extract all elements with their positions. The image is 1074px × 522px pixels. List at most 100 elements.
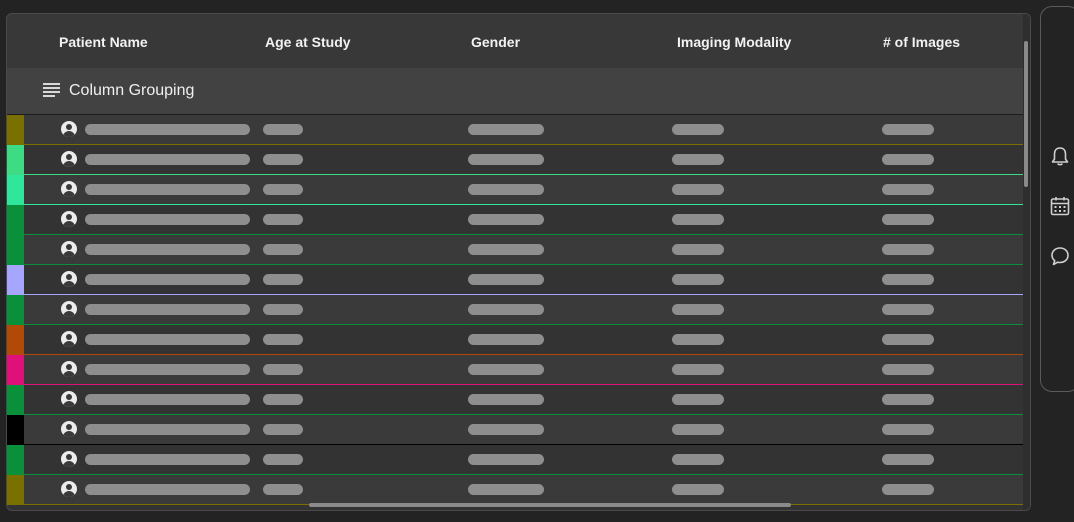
gender-placeholder [468, 394, 544, 405]
column-header-patient-name[interactable]: Patient Name [59, 14, 148, 68]
patient-avatar-icon [61, 391, 77, 407]
row-color-indicator [7, 295, 24, 325]
table-row[interactable] [7, 475, 1023, 505]
table-row[interactable] [7, 385, 1023, 415]
table-header: Patient Name Age at Study Gender Imaging… [7, 14, 1030, 68]
gender-placeholder [468, 154, 544, 165]
table-row[interactable] [7, 355, 1023, 385]
image-count-placeholder [882, 454, 934, 465]
patient-avatar-icon [61, 301, 77, 317]
patient-name-placeholder [85, 484, 250, 495]
modality-placeholder [672, 244, 724, 255]
row-color-indicator [7, 205, 24, 235]
patient-name-placeholder [85, 154, 250, 165]
gender-placeholder [468, 454, 544, 465]
row-color-indicator [7, 355, 24, 385]
image-count-placeholder [882, 304, 934, 315]
modality-placeholder [672, 214, 724, 225]
gender-placeholder [468, 184, 544, 195]
modality-placeholder [672, 154, 724, 165]
image-count-placeholder [882, 244, 934, 255]
patient-avatar-icon [61, 151, 77, 167]
table-row[interactable] [7, 205, 1023, 235]
image-count-placeholder [882, 394, 934, 405]
patient-avatar-icon [61, 361, 77, 377]
calendar-icon[interactable] [1049, 195, 1071, 217]
gender-placeholder [468, 334, 544, 345]
patient-name-placeholder [85, 124, 250, 135]
age-placeholder [263, 364, 303, 375]
patient-name-placeholder [85, 364, 250, 375]
gender-placeholder [468, 214, 544, 225]
age-placeholder [263, 304, 303, 315]
patient-avatar-icon [61, 421, 77, 437]
modality-placeholder [672, 484, 724, 495]
row-color-indicator [7, 235, 24, 265]
patient-avatar-icon [61, 271, 77, 287]
table-row[interactable] [7, 325, 1023, 355]
row-color-indicator [7, 415, 24, 445]
patient-name-placeholder [85, 334, 250, 345]
table-row[interactable] [7, 445, 1023, 475]
age-placeholder [263, 424, 303, 435]
modality-placeholder [672, 424, 724, 435]
age-placeholder [263, 154, 303, 165]
modality-placeholder [672, 394, 724, 405]
modality-placeholder [672, 454, 724, 465]
table-row[interactable] [7, 265, 1023, 295]
table-row[interactable] [7, 115, 1023, 145]
image-count-placeholder [882, 364, 934, 375]
patient-name-placeholder [85, 274, 250, 285]
patient-name-placeholder [85, 394, 250, 405]
row-color-indicator [7, 325, 24, 355]
image-count-placeholder [882, 184, 934, 195]
gender-placeholder [468, 364, 544, 375]
table-row[interactable] [7, 175, 1023, 205]
gender-placeholder [468, 484, 544, 495]
gender-placeholder [468, 244, 544, 255]
modality-placeholder [672, 364, 724, 375]
bell-icon[interactable] [1049, 145, 1071, 167]
chat-icon[interactable] [1049, 245, 1071, 267]
table-body [7, 115, 1023, 505]
column-grouping-bar[interactable]: Column Grouping [7, 68, 1023, 115]
image-count-placeholder [882, 424, 934, 435]
row-color-indicator [7, 445, 24, 475]
patient-avatar-icon [61, 481, 77, 497]
age-placeholder [263, 334, 303, 345]
modality-placeholder [672, 124, 724, 135]
image-count-placeholder [882, 214, 934, 225]
column-header-gender[interactable]: Gender [471, 14, 520, 68]
row-color-indicator [7, 475, 24, 505]
age-placeholder [263, 394, 303, 405]
horizontal-scrollbar-thumb[interactable] [309, 503, 791, 507]
age-placeholder [263, 214, 303, 225]
age-placeholder [263, 454, 303, 465]
age-placeholder [263, 184, 303, 195]
image-count-placeholder [882, 334, 934, 345]
patient-avatar-icon [61, 211, 77, 227]
age-placeholder [263, 124, 303, 135]
column-header-age-at-study[interactable]: Age at Study [265, 14, 351, 68]
gender-placeholder [468, 304, 544, 315]
patient-name-placeholder [85, 184, 250, 195]
table-row[interactable] [7, 295, 1023, 325]
modality-placeholder [672, 274, 724, 285]
table-row[interactable] [7, 145, 1023, 175]
image-count-placeholder [882, 124, 934, 135]
patient-name-placeholder [85, 424, 250, 435]
gender-placeholder [468, 124, 544, 135]
age-placeholder [263, 274, 303, 285]
patient-avatar-icon [61, 181, 77, 197]
row-color-indicator [7, 385, 24, 415]
table-row[interactable] [7, 235, 1023, 265]
column-header-image-count[interactable]: # of Images [883, 14, 960, 68]
column-header-imaging-modality[interactable]: Imaging Modality [677, 14, 791, 68]
vertical-scrollbar-thumb[interactable] [1024, 41, 1028, 187]
image-count-placeholder [882, 484, 934, 495]
row-color-indicator [7, 145, 24, 175]
patient-avatar-icon [61, 451, 77, 467]
table-row[interactable] [7, 415, 1023, 445]
row-color-indicator [7, 175, 24, 205]
patient-avatar-icon [61, 241, 77, 257]
